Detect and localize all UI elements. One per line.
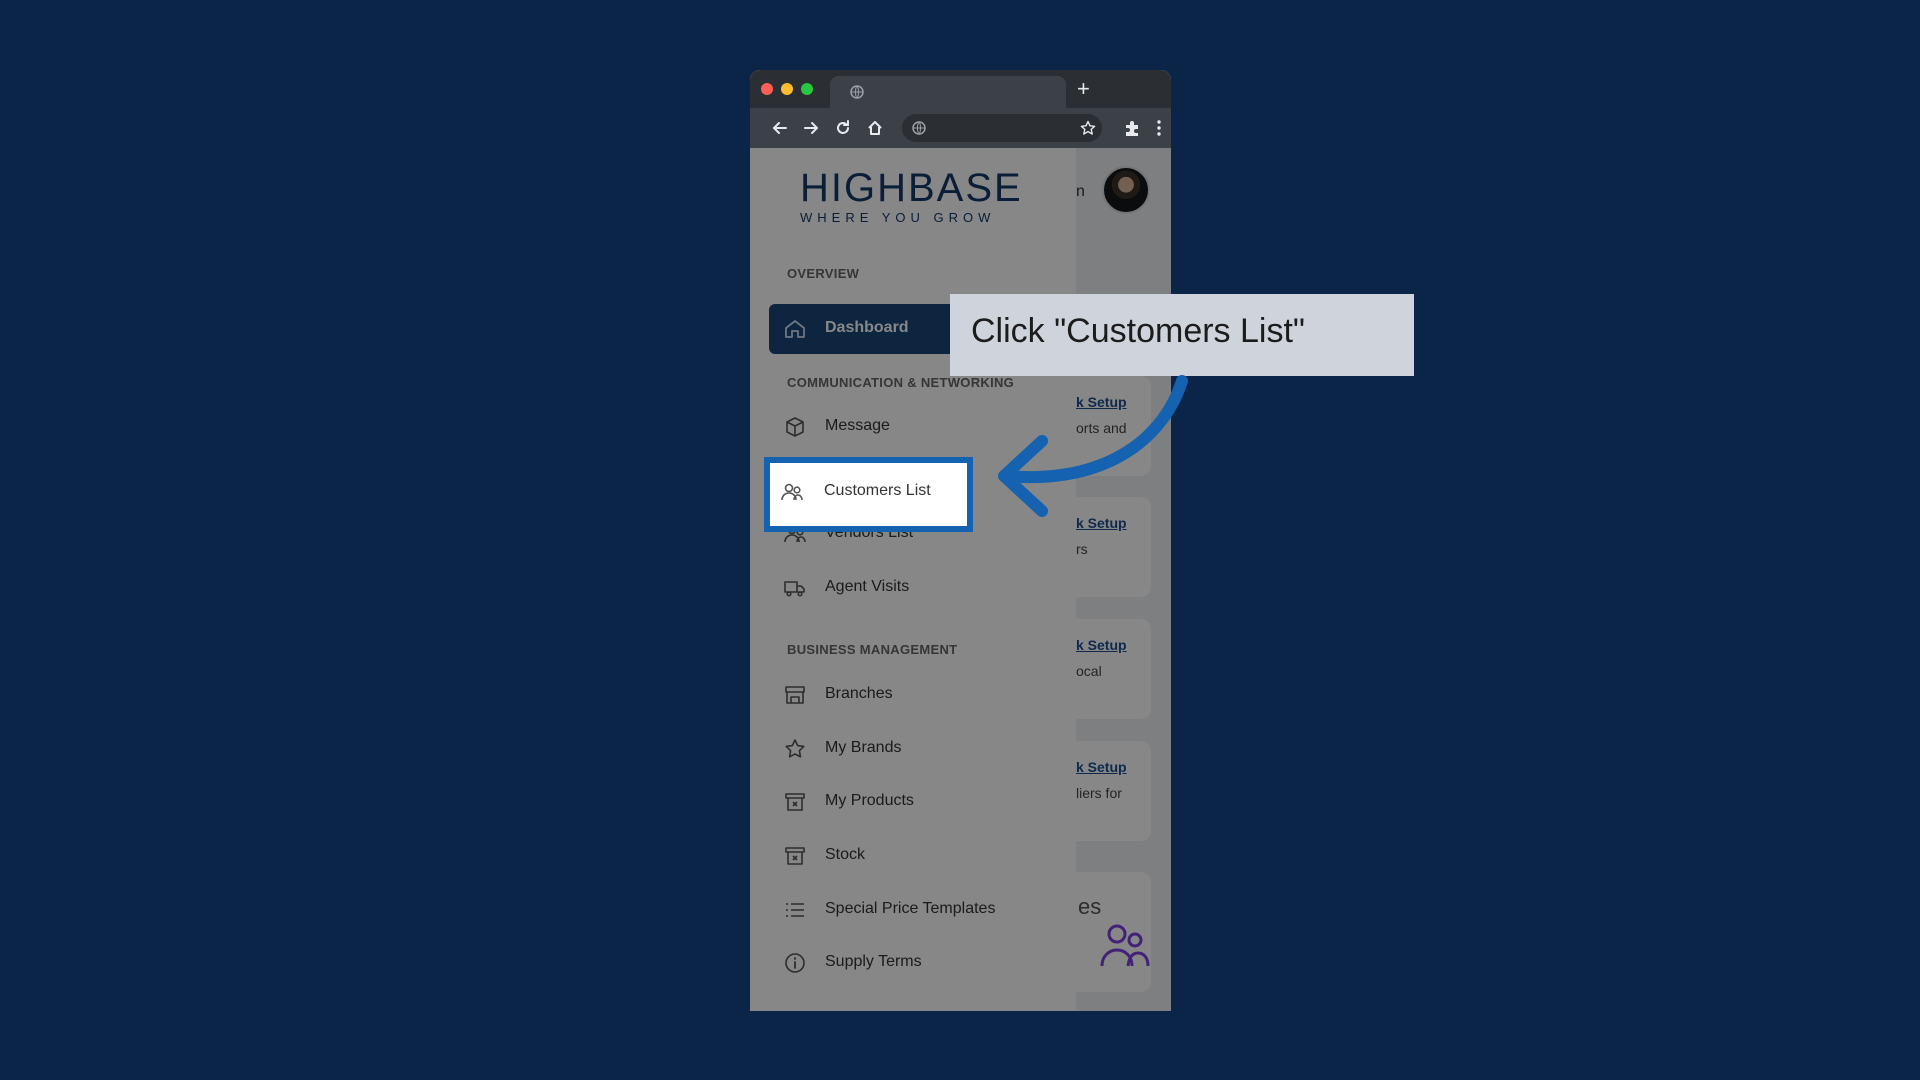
back-icon[interactable] [770,118,790,138]
sidebar-item-agent-visits[interactable]: Agent Visits [769,563,1057,613]
extensions-icon[interactable] [1122,118,1142,138]
section-communication: COMMUNICATION & NETWORKING [787,375,1015,390]
setup-card: k Setup liers for [1076,741,1151,841]
new-tab-button[interactable]: + [1077,75,1090,103]
setup-description: liers for [1076,785,1122,801]
sidebar-item-my-brands[interactable]: My Brands [769,724,1057,774]
minimize-window-button[interactable] [781,83,793,95]
summary-card-title: es [1078,894,1102,919]
pointer-arrow-icon [998,375,1188,517]
setup-description: ocal [1076,663,1102,679]
page-viewport: n k Setup orts and k Setup rs k Setup oc… [750,148,1171,1011]
setup-link[interactable]: k Setup [1076,637,1127,653]
customers-summary-card: es [1076,872,1151,992]
menu-icon[interactable] [1149,118,1169,138]
forward-icon[interactable] [801,118,821,138]
address-bar[interactable] [902,114,1102,142]
sidebar-item-label: My Brands [825,739,902,756]
sidebar-item-my-products[interactable]: My Products [769,777,1057,827]
sidebar-item-label: Stock [825,846,866,863]
reload-icon[interactable] [833,118,853,138]
sidebar-item-label: Supply Terms [825,953,922,970]
sidebar-item-label: Agent Visits [825,578,910,595]
callout-text: Click "Customers List" [971,312,1305,350]
browser-tab[interactable] [830,76,1066,108]
sidebar-item-label: Dashboard [825,319,909,336]
app-logo: HIGHBASE [800,166,1023,210]
archive-icon [785,793,805,811]
browser-titlebar: + [750,70,1171,108]
globe-icon [912,121,926,135]
info-icon [785,953,805,973]
user-name: n [1076,183,1085,200]
star-icon [785,739,805,758]
list-icon [786,903,804,917]
close-window-button[interactable] [761,83,773,95]
tutorial-callout: Click "Customers List" [950,294,1414,376]
sidebar-item-label: Special Price Templates [825,900,996,917]
sidebar-item-label: Branches [825,685,893,702]
section-overview: OVERVIEW [787,266,860,281]
sidebar-item-branches[interactable]: Branches [769,670,1057,720]
main-content: n k Setup orts and k Setup rs k Setup oc… [1076,148,1171,1011]
setup-card: k Setup ocal [1076,619,1151,719]
app-logo-tagline: WHERE YOU GROW [800,210,996,225]
highlighted-customers-list[interactable]: Customers List [764,457,973,532]
browser-window: + n k Setup orts and k Setup rs k Setup … [750,70,1171,1011]
maximize-window-button[interactable] [801,83,813,95]
globe-icon [850,85,864,99]
archive-icon [785,847,805,865]
truck-icon [784,581,805,597]
section-business: BUSINESS MANAGEMENT [787,642,958,657]
sidebar-item-stock[interactable]: Stock [769,831,1057,881]
bookmark-star-icon[interactable] [1080,120,1096,136]
home-icon [785,320,805,338]
browser-toolbar [750,108,1171,148]
sidebar: HIGHBASE WHERE YOU GROW OVERVIEW Dashboa… [750,148,1076,1011]
sidebar-item-supply-terms[interactable]: Supply Terms [769,938,1057,988]
sidebar-item-special-price-templates[interactable]: Special Price Templates [769,885,1057,935]
sidebar-item-label: Message [825,417,890,434]
sidebar-item-label: My Products [825,792,914,809]
users-icon [781,483,803,501]
users-icon [1100,924,1150,967]
avatar[interactable] [1102,166,1150,214]
setup-description: rs [1076,541,1088,557]
home-icon[interactable] [865,118,885,138]
store-icon [785,686,805,704]
box-icon [786,417,804,437]
setup-link[interactable]: k Setup [1076,759,1127,775]
highlighted-item-label: Customers List [824,482,931,499]
